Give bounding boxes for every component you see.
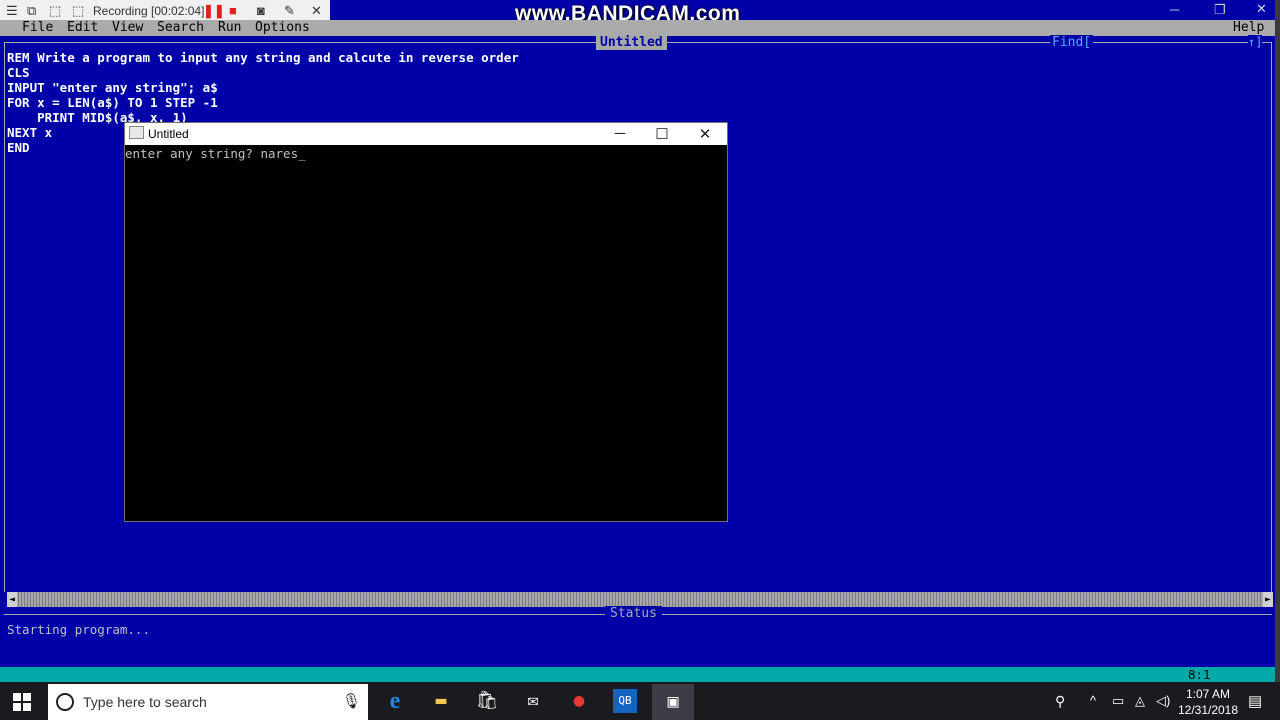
- menu-run[interactable]: Run: [218, 20, 241, 36]
- scroll-left-icon[interactable]: ◄: [7, 592, 17, 607]
- background-strip: [1275, 0, 1280, 682]
- find-label: Find[: [1050, 35, 1094, 50]
- target-select-icon[interactable]: ⬚: [72, 3, 84, 19]
- menu-help[interactable]: Help: [1233, 20, 1264, 36]
- cortana-icon: [56, 693, 74, 711]
- horizontal-scrollbar[interactable]: ◄ ►: [7, 592, 1273, 607]
- code-line: END: [7, 140, 30, 155]
- qb64-icon[interactable]: QB: [613, 689, 637, 713]
- chrome-icon[interactable]: ●: [567, 689, 591, 713]
- area-select-icon[interactable]: ⬚: [49, 3, 61, 19]
- app-icon: [129, 126, 144, 139]
- console-taskbar-icon[interactable]: ▣: [652, 684, 694, 720]
- mail-icon[interactable]: ✉: [521, 689, 545, 713]
- editor-title: Untitled: [596, 35, 667, 50]
- stop-icon[interactable]: ■: [229, 3, 237, 19]
- taskbar-search-box[interactable]: Type here to search 🎙: [48, 684, 368, 720]
- clock-date[interactable]: 12/31/2018: [1175, 703, 1241, 717]
- close-icon[interactable]: ✕: [683, 125, 727, 143]
- scroll-right-icon[interactable]: ►: [1263, 592, 1273, 607]
- status-title: Status: [605, 606, 662, 621]
- chevron-up-icon[interactable]: ^: [1090, 693, 1096, 708]
- recording-status: Recording [00:02:04]: [93, 4, 205, 18]
- minimize-icon[interactable]: ─: [1170, 2, 1179, 17]
- network-icon[interactable]: ◬: [1135, 693, 1145, 709]
- pause-icon[interactable]: ❚❚: [203, 3, 225, 19]
- notification-icon[interactable]: ▤: [1248, 692, 1262, 710]
- microphone-icon[interactable]: 🎙: [342, 692, 361, 710]
- code-line: CLS: [7, 65, 30, 80]
- close-window-icon[interactable]: ✕: [1256, 1, 1267, 17]
- maximize-icon[interactable]: ☐: [640, 125, 684, 143]
- close-icon[interactable]: ✕: [311, 3, 322, 19]
- output-window[interactable]: [124, 122, 728, 522]
- code-line: REM Write a program to input any string …: [7, 50, 519, 65]
- camera-icon[interactable]: ◙: [257, 3, 265, 19]
- menu-file[interactable]: File: [22, 20, 53, 36]
- menu-search[interactable]: Search: [157, 20, 204, 36]
- file-explorer-icon[interactable]: ▬: [429, 689, 453, 713]
- menu-bar: File Edit View Search Run Options Help: [0, 20, 1275, 36]
- code-line: NEXT x: [7, 125, 53, 140]
- windows-start-icon[interactable]: [12, 692, 32, 712]
- pencil-icon[interactable]: ✎: [284, 3, 295, 19]
- system-tray: ⚲ ^ ▭ ◬ ◁) 1:07 AM 12/31/2018 ▤: [1050, 684, 1280, 720]
- volume-icon[interactable]: ◁): [1156, 693, 1170, 709]
- console-output: enter any string? nares_: [125, 146, 306, 161]
- output-window-titlebar[interactable]: Untitled ─ ☐ ✕: [125, 123, 727, 145]
- store-icon[interactable]: 🛍: [475, 689, 499, 713]
- menu-icon[interactable]: ☰: [6, 3, 18, 19]
- status-bar: [0, 667, 1275, 682]
- clock-time[interactable]: 1:07 AM: [1178, 687, 1238, 701]
- output-window-title: Untitled: [148, 127, 189, 141]
- window-mode-icon[interactable]: ⧉: [27, 3, 36, 19]
- window-controls: ─ ❐ ✕: [1160, 0, 1280, 20]
- people-icon[interactable]: ⚲: [1055, 693, 1065, 710]
- battery-icon[interactable]: ▭: [1112, 693, 1124, 709]
- code-line: FOR x = LEN(a$) TO 1 STEP -1: [7, 95, 218, 110]
- menu-view[interactable]: View: [112, 20, 143, 36]
- edge-icon[interactable]: e: [383, 689, 407, 713]
- code-line: INPUT "enter any string"; a$: [7, 80, 218, 95]
- minimize-icon[interactable]: ─: [598, 125, 642, 142]
- restore-icon[interactable]: ❐: [1214, 2, 1226, 18]
- cursor-position: 8:1: [1188, 667, 1211, 682]
- search-placeholder: Type here to search: [83, 694, 207, 710]
- menu-options[interactable]: Options: [255, 20, 310, 36]
- window-arrows-icon[interactable]: ↑]: [1248, 35, 1263, 50]
- menu-edit[interactable]: Edit: [67, 20, 98, 36]
- status-message: Starting program...: [7, 622, 150, 637]
